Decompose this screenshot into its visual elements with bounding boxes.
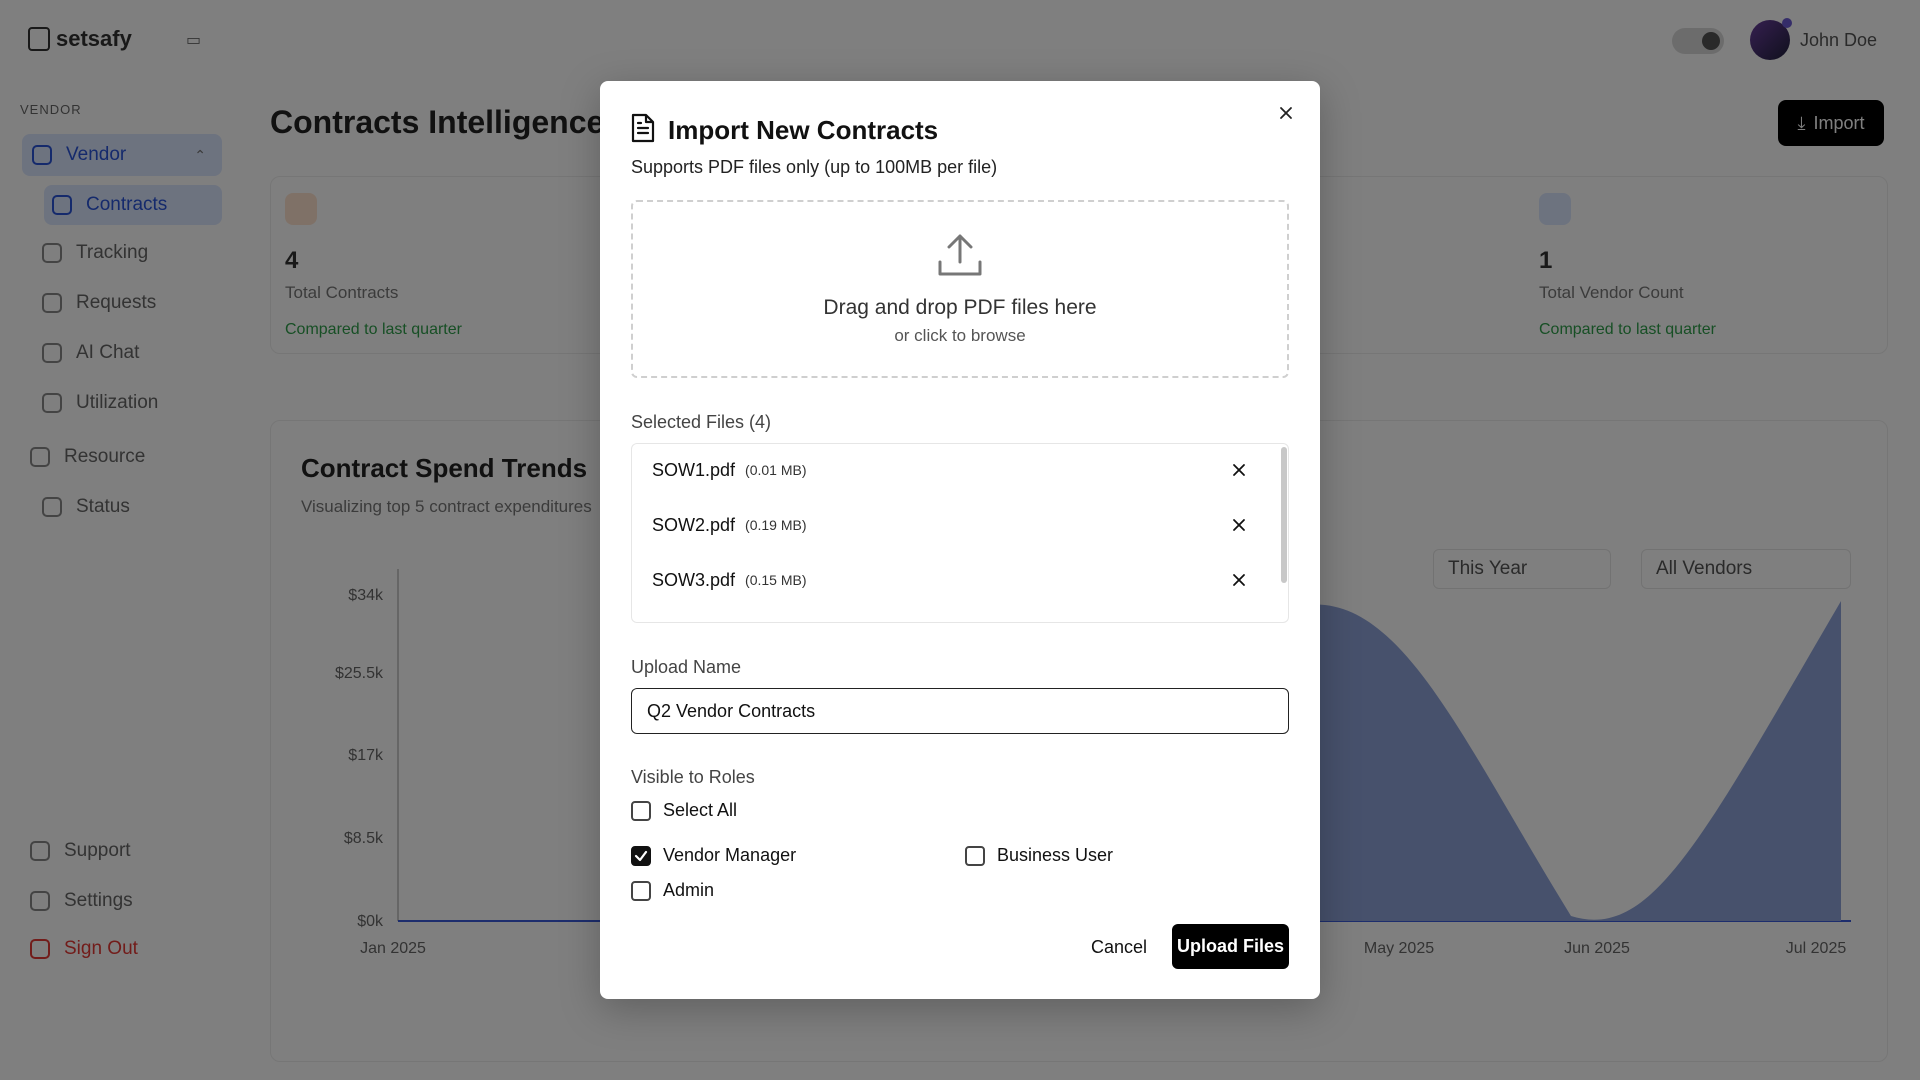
upload-name-input[interactable] (631, 688, 1289, 734)
upload-icon (937, 232, 983, 283)
selected-files-label: Selected Files (4) (631, 412, 772, 432)
role-business-user[interactable]: Business User (965, 845, 1113, 866)
checkbox-label: Admin (663, 880, 715, 900)
selected-files-list[interactable]: SOW1.pdf (0.01 MB) SOW2.pdf (0.19 MB) SO… (631, 443, 1289, 623)
cancel-button[interactable]: Cancel (1077, 925, 1161, 969)
role-select-all[interactable]: Select All (631, 800, 737, 821)
role-vendor-manager[interactable]: Vendor Manager (631, 845, 796, 866)
file-size: (0.15 MB) (745, 572, 807, 588)
checkbox-label: Vendor Manager (663, 845, 797, 865)
document-icon (630, 113, 656, 148)
select-all-checkbox[interactable] (631, 800, 651, 821)
upload-name-label: Upload Name (631, 657, 742, 677)
checkbox-label: Select All (663, 800, 738, 820)
dialog-header: Import New Contracts (630, 113, 938, 148)
checkbox-label: Business User (997, 845, 1114, 865)
upload-files-button[interactable]: Upload Files (1172, 924, 1289, 969)
import-contracts-dialog: Import New Contracts Supports PDF files … (600, 81, 1320, 999)
file-item: SOW1.pdf (0.01 MB) (652, 455, 1252, 485)
file-name: SOW2.pdf (652, 514, 736, 535)
dropzone-hint-text: or click to browse (894, 326, 1026, 345)
dropzone-main-text: Drag and drop PDF files here (823, 296, 1097, 319)
dialog-title: Import New Contracts (668, 115, 939, 145)
business-user-checkbox[interactable] (965, 845, 985, 866)
role-admin[interactable]: Admin (631, 880, 714, 901)
file-name: SOW3.pdf (652, 569, 736, 590)
file-dropzone[interactable]: Drag and drop PDF files here or click to… (631, 200, 1289, 378)
file-size: (0.19 MB) (745, 517, 807, 533)
file-list-scrollbar[interactable] (1281, 447, 1287, 583)
remove-file-icon[interactable] (1226, 457, 1252, 483)
remove-file-icon[interactable] (1226, 512, 1252, 538)
file-size: (0.01 MB) (745, 462, 807, 478)
file-item: SOW3.pdf (0.15 MB) (652, 565, 1252, 595)
file-name: SOW1.pdf (652, 459, 736, 480)
close-icon[interactable] (1272, 99, 1300, 127)
file-item: SOW2.pdf (0.19 MB) (652, 510, 1252, 540)
visible-roles-label: Visible to Roles (631, 767, 755, 787)
vendor-manager-checkbox[interactable] (631, 845, 651, 866)
remove-file-icon[interactable] (1226, 567, 1252, 593)
dialog-subtitle: Supports PDF files only (up to 100MB per… (631, 157, 998, 177)
checkmark-icon (634, 850, 648, 861)
admin-checkbox[interactable] (631, 880, 651, 901)
